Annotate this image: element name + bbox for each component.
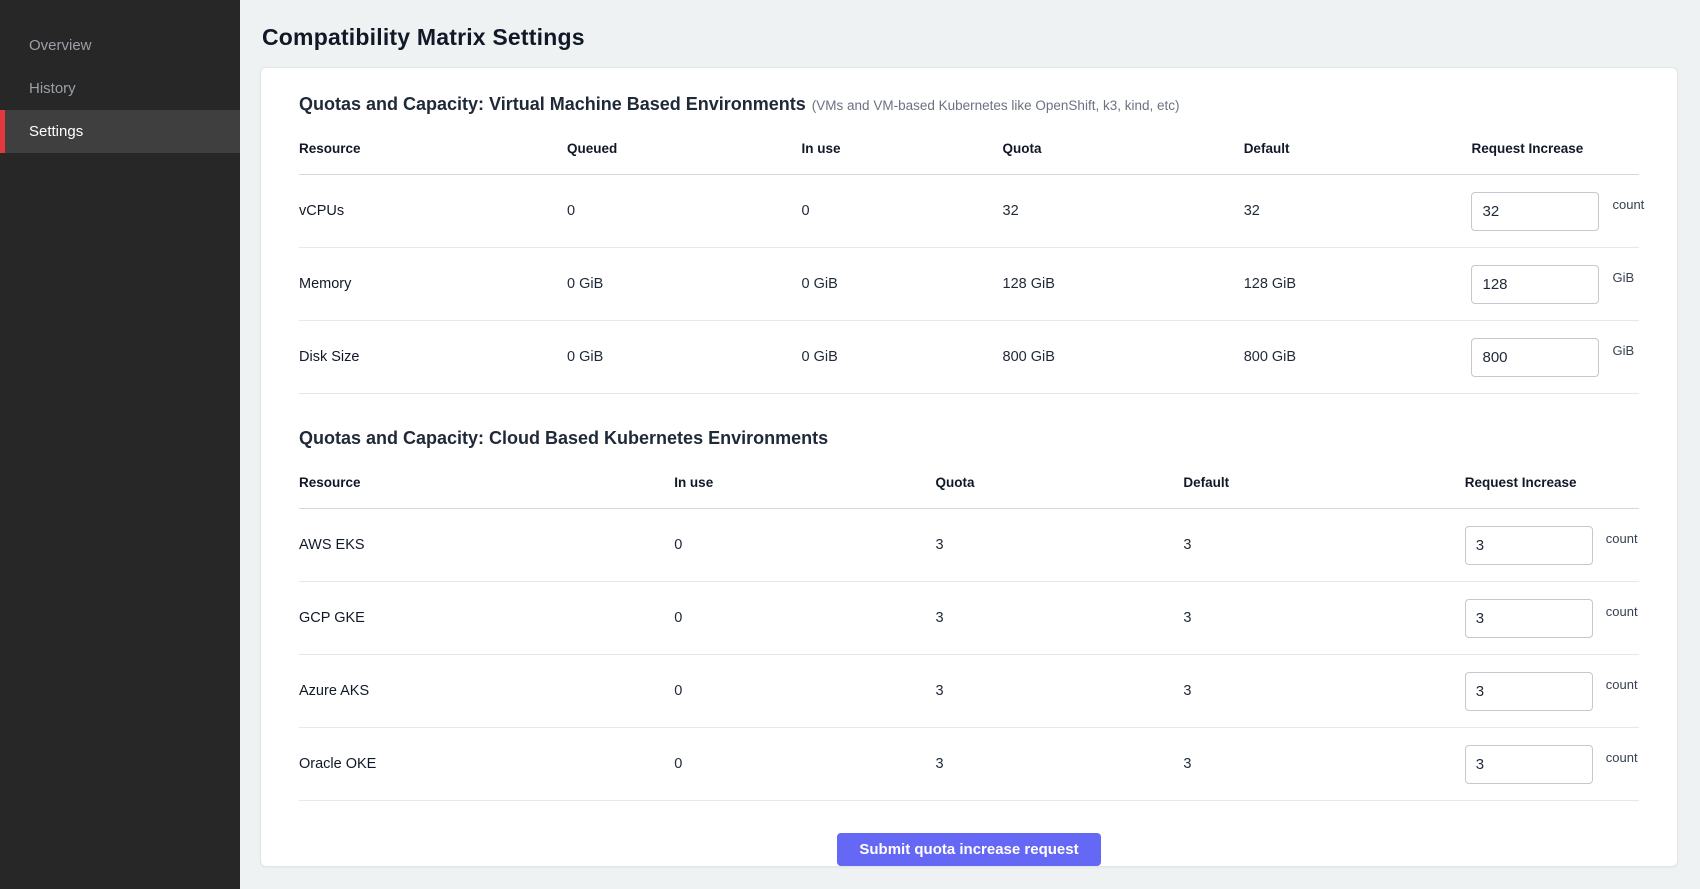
vm-header-request-increase: Request Increase <box>1471 129 1639 175</box>
table-row: GCP GKE 0 3 3 count <box>299 582 1639 655</box>
cell-in-use: 0 <box>802 175 1003 248</box>
cell-resource: Azure AKS <box>299 655 674 728</box>
cell-quota: 3 <box>935 509 1183 582</box>
table-row: Disk Size 0 GiB 0 GiB 800 GiB 800 GiB Gi… <box>299 321 1639 394</box>
submit-quota-increase-button[interactable]: Submit quota increase request <box>837 833 1100 866</box>
cell-quota: 800 GiB <box>1003 321 1244 394</box>
unit-label: count <box>1606 604 1638 619</box>
cell-resource: Oracle OKE <box>299 728 674 801</box>
table-row: vCPUs 0 0 32 32 count <box>299 175 1639 248</box>
request-increase-cell: count <box>1465 526 1639 565</box>
cell-quota: 3 <box>935 655 1183 728</box>
page-title: Compatibility Matrix Settings <box>262 24 1678 51</box>
vm-section-title-text: Quotas and Capacity: Virtual Machine Bas… <box>299 94 806 114</box>
sidebar-item-overview[interactable]: Overview <box>0 24 240 67</box>
unit-label: count <box>1606 677 1638 692</box>
cloud-header-quota: Quota <box>935 463 1183 509</box>
table-row: Memory 0 GiB 0 GiB 128 GiB 128 GiB GiB <box>299 248 1639 321</box>
cell-queued: 0 <box>567 175 802 248</box>
request-increase-cell: count <box>1471 192 1639 231</box>
unit-label: count <box>1606 531 1638 546</box>
cell-default: 32 <box>1244 175 1472 248</box>
cell-in-use: 0 GiB <box>802 321 1003 394</box>
cell-in-use: 0 <box>674 728 935 801</box>
cell-in-use: 0 <box>674 509 935 582</box>
cell-in-use: 0 <box>674 582 935 655</box>
vm-header-quota: Quota <box>1003 129 1244 175</box>
cell-default: 800 GiB <box>1244 321 1472 394</box>
cell-quota: 32 <box>1003 175 1244 248</box>
cell-resource: Memory <box>299 248 567 321</box>
cell-quota: 3 <box>935 582 1183 655</box>
request-increase-cell: count <box>1465 745 1639 784</box>
settings-card: Quotas and Capacity: Virtual Machine Bas… <box>260 67 1678 867</box>
unit-label: GiB <box>1612 270 1634 285</box>
memory-request-input[interactable] <box>1471 265 1599 304</box>
disk-size-request-input[interactable] <box>1471 338 1599 377</box>
vcpus-request-input[interactable] <box>1471 192 1599 231</box>
cell-queued: 0 GiB <box>567 248 802 321</box>
sidebar: Overview History Settings <box>0 0 240 889</box>
unit-label: count <box>1606 750 1638 765</box>
vm-header-in-use: In use <box>802 129 1003 175</box>
cloud-header-request-increase: Request Increase <box>1465 463 1639 509</box>
cell-default: 3 <box>1183 582 1464 655</box>
cell-default: 3 <box>1183 509 1464 582</box>
cell-default: 3 <box>1183 728 1464 801</box>
cloud-header-resource: Resource <box>299 463 674 509</box>
vm-header-resource: Resource <box>299 129 567 175</box>
unit-label: count <box>1612 197 1644 212</box>
request-increase-cell: count <box>1465 599 1639 638</box>
table-row: Oracle OKE 0 3 3 count <box>299 728 1639 801</box>
submit-row: Submit quota increase request <box>299 833 1639 866</box>
cloud-quota-table: Resource In use Quota Default Request In… <box>299 463 1639 801</box>
cell-quota: 3 <box>935 728 1183 801</box>
cloud-table-header-row: Resource In use Quota Default Request In… <box>299 463 1639 509</box>
gcp-gke-request-input[interactable] <box>1465 599 1593 638</box>
cell-quota: 128 GiB <box>1003 248 1244 321</box>
cloud-header-in-use: In use <box>674 463 935 509</box>
azure-aks-request-input[interactable] <box>1465 672 1593 711</box>
sidebar-item-settings[interactable]: Settings <box>0 110 240 153</box>
cell-default: 3 <box>1183 655 1464 728</box>
cell-in-use: 0 GiB <box>802 248 1003 321</box>
request-increase-cell: GiB <box>1471 338 1639 377</box>
vm-header-queued: Queued <box>567 129 802 175</box>
cloud-header-default: Default <box>1183 463 1464 509</box>
cell-resource: GCP GKE <box>299 582 674 655</box>
vm-section-subtitle: (VMs and VM-based Kubernetes like OpenSh… <box>812 98 1180 113</box>
cell-in-use: 0 <box>674 655 935 728</box>
vm-header-default: Default <box>1244 129 1472 175</box>
unit-label: GiB <box>1612 343 1634 358</box>
request-increase-cell: count <box>1465 672 1639 711</box>
oracle-oke-request-input[interactable] <box>1465 745 1593 784</box>
cell-resource: AWS EKS <box>299 509 674 582</box>
cell-resource: Disk Size <box>299 321 567 394</box>
cell-queued: 0 GiB <box>567 321 802 394</box>
main-content: Compatibility Matrix Settings Quotas and… <box>240 0 1700 889</box>
cell-default: 128 GiB <box>1244 248 1472 321</box>
vm-quota-table: Resource Queued In use Quota Default Req… <box>299 129 1639 394</box>
sidebar-item-history[interactable]: History <box>0 67 240 110</box>
vm-section-title: Quotas and Capacity: Virtual Machine Bas… <box>299 94 1639 115</box>
table-row: AWS EKS 0 3 3 count <box>299 509 1639 582</box>
table-row: Azure AKS 0 3 3 count <box>299 655 1639 728</box>
app-window: Overview History Settings Compatibility … <box>0 0 1700 889</box>
cloud-section-title: Quotas and Capacity: Cloud Based Kuberne… <box>299 428 1639 449</box>
aws-eks-request-input[interactable] <box>1465 526 1593 565</box>
request-increase-cell: GiB <box>1471 265 1639 304</box>
cell-resource: vCPUs <box>299 175 567 248</box>
vm-table-header-row: Resource Queued In use Quota Default Req… <box>299 129 1639 175</box>
